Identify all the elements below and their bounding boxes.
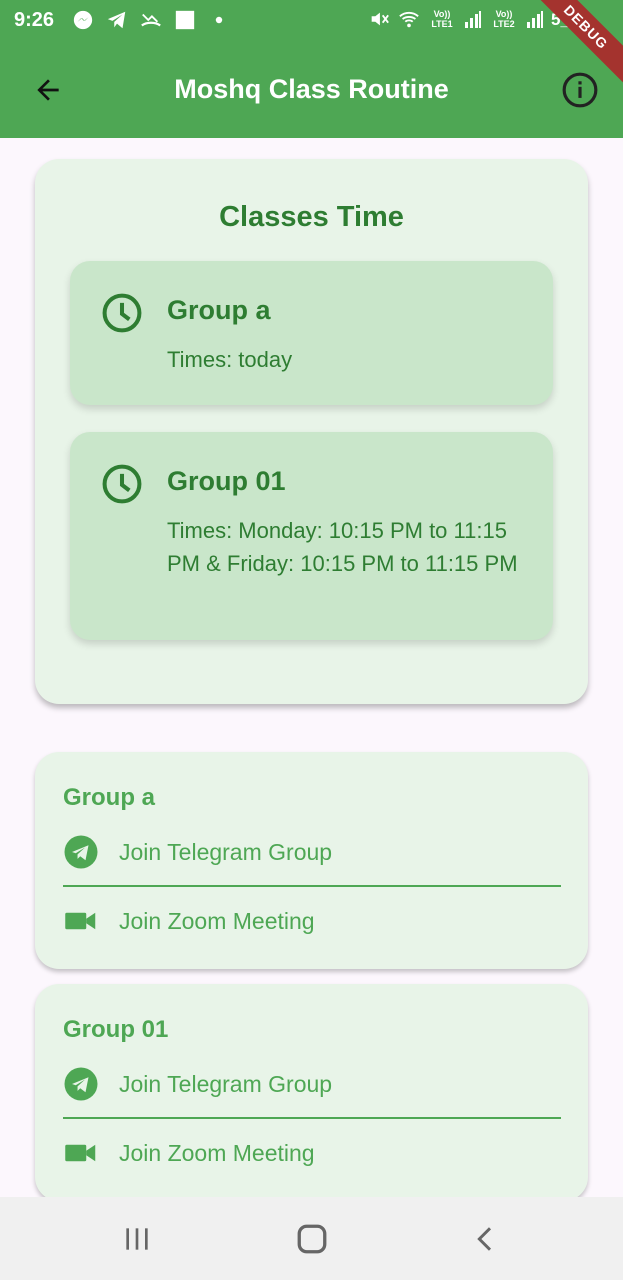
back-chevron-icon [477, 1227, 492, 1251]
video-camera-icon [65, 1144, 96, 1162]
join-zoom-button[interactable]: Join Zoom Meeting [63, 899, 561, 943]
telegram-status-icon [107, 11, 126, 29]
join-zoom-label: Join Zoom Meeting [119, 1139, 315, 1166]
classes-time-title: Classes Time [219, 201, 404, 233]
clock-icon [102, 293, 142, 333]
info-button[interactable] [558, 68, 602, 112]
home-icon [297, 1224, 327, 1254]
join-zoom-button[interactable]: Join Zoom Meeting [63, 1131, 561, 1175]
wifi-icon [399, 11, 419, 28]
telegram-icon [64, 835, 98, 869]
group-links-card: Group 01 Join Telegram Group Join Zoom M… [35, 984, 588, 1201]
mute-icon [371, 12, 389, 26]
schedule-group-name: Group 01 [167, 466, 286, 496]
lte2-label: Vo)) LTE2 [493, 9, 515, 29]
recents-icon [126, 1228, 148, 1250]
info-icon [562, 72, 598, 108]
app-title: Moshq Class Routine [174, 74, 449, 104]
dot-icon [215, 16, 223, 24]
schedule-group-name: Group a [167, 295, 271, 325]
join-zoom-label: Join Zoom Meeting [119, 907, 315, 934]
top-bar: 9:26 Vo)) LTE1 Vo)) LTE2 5_% DEBUG Moshq… [0, 0, 623, 138]
status-time: 9:26 [14, 9, 55, 31]
signal-icon-2 [527, 11, 543, 28]
nav-back-button[interactable] [464, 1217, 508, 1261]
recents-button[interactable] [115, 1217, 159, 1261]
status-bar: 9:26 Vo)) LTE1 Vo)) LTE2 5_% [0, 0, 623, 42]
messenger-icon [73, 10, 93, 30]
notification-icons [72, 9, 230, 31]
signal-icon [465, 11, 481, 28]
telegram-icon [64, 1067, 98, 1101]
clock-icon [102, 464, 142, 504]
join-telegram-button[interactable]: Join Telegram Group [63, 1062, 561, 1106]
schedule-group-times: Times: Monday: 10:15 PM to 11:15 PM & Fr… [167, 518, 518, 576]
join-telegram-label: Join Telegram Group [119, 838, 333, 865]
video-camera-icon [65, 912, 96, 930]
group-links-card: Group a Join Telegram Group Join Zoom Me… [35, 752, 588, 969]
classes-time-card: Classes Time Group a Times: today Group … [35, 159, 588, 704]
system-nav-bar [0, 1197, 623, 1280]
schedule-item: Group a Times: today [70, 261, 553, 405]
divider [63, 1117, 561, 1119]
group-links-title: Group 01 [63, 1016, 169, 1043]
missed-call-icon [141, 13, 161, 27]
lte1-label: Vo)) LTE1 [431, 9, 453, 29]
square-notification-icon [175, 10, 195, 30]
group-links-title: Group a [63, 784, 156, 811]
system-status-icons: Vo)) LTE1 Vo)) LTE2 [368, 8, 544, 30]
home-button[interactable] [290, 1217, 334, 1261]
join-telegram-button[interactable]: Join Telegram Group [63, 830, 561, 874]
app-bar: Moshq Class Routine [0, 42, 623, 138]
schedule-group-times: Times: today [167, 347, 293, 372]
schedule-item: Group 01 Times: Monday: 10:15 PM to 11:1… [70, 432, 553, 640]
divider [63, 885, 561, 887]
join-telegram-label: Join Telegram Group [119, 1070, 333, 1097]
